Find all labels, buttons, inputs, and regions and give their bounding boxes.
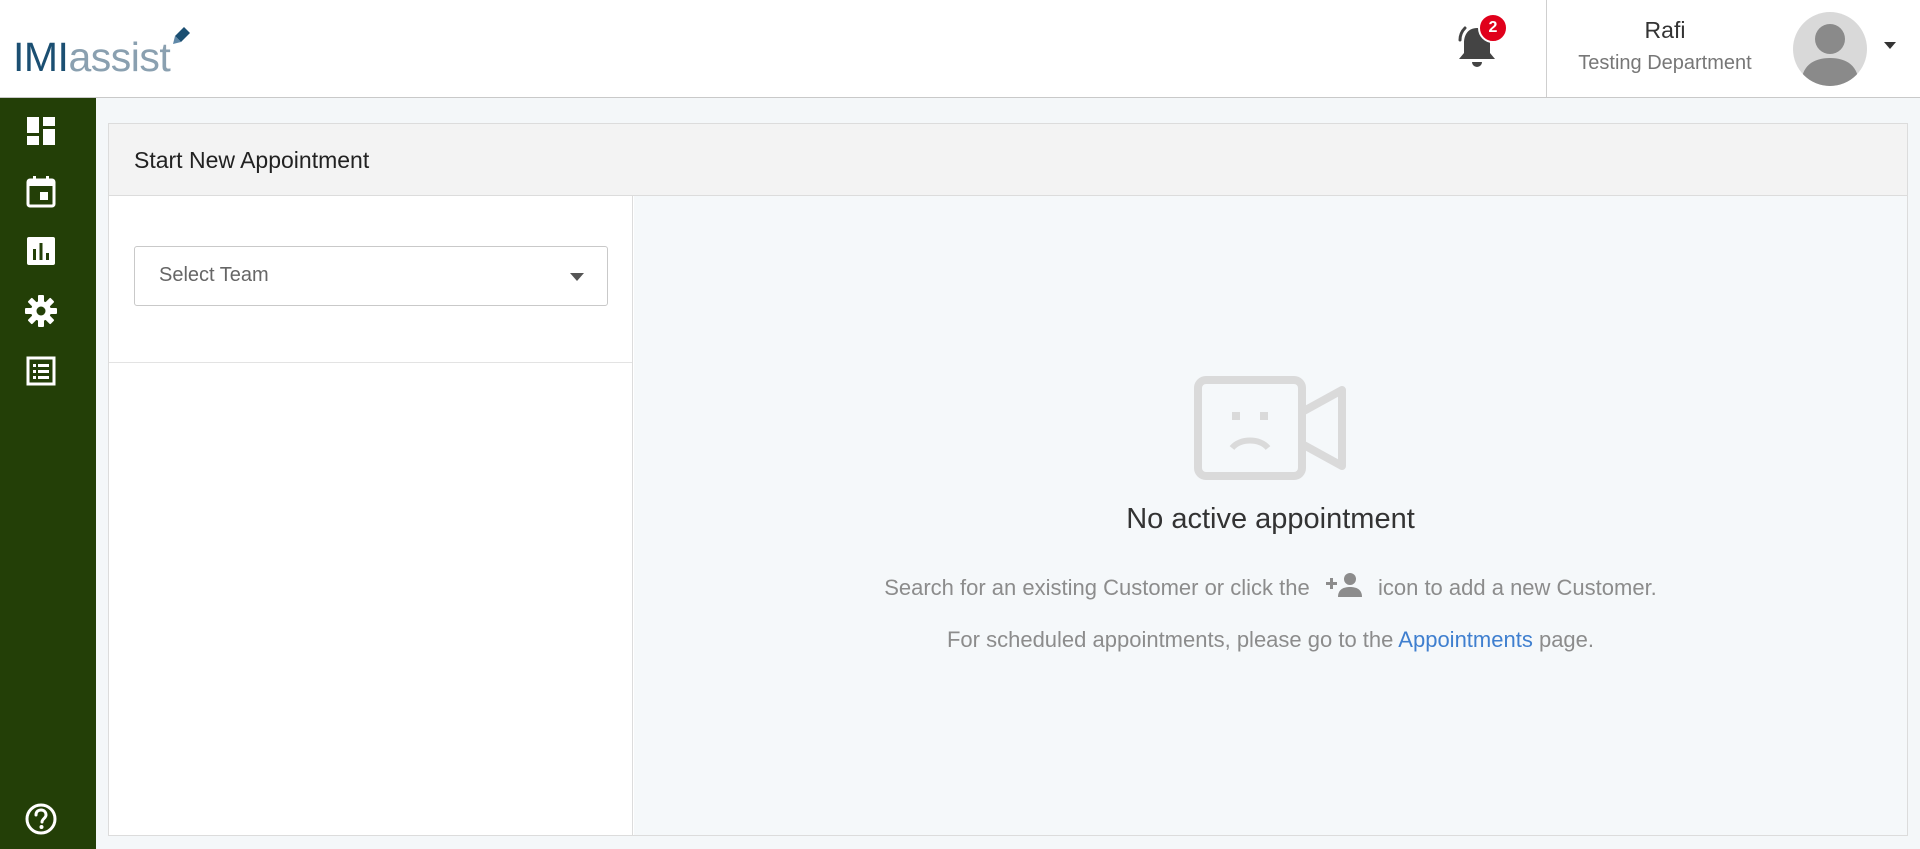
- select-team-placeholder: Select Team: [159, 264, 269, 286]
- card-title: Start New Appointment: [134, 147, 370, 173]
- empty-state-hint-appointments: For scheduled appointments, please go to…: [634, 627, 1907, 653]
- add-person-icon: [1325, 573, 1362, 597]
- avatar-person-icon: [1801, 24, 1859, 86]
- logo-text-assist: assist: [68, 34, 171, 80]
- select-team-dropdown[interactable]: Select Team: [134, 246, 608, 306]
- left-sidebar: [0, 98, 96, 849]
- hint-appointments-text-before: For scheduled appointments, please go to…: [946, 627, 1394, 652]
- start-appointment-card: Start New Appointment Select Team No act…: [108, 123, 1908, 836]
- hint-customer-text-after: icon to add a new Customer.: [1377, 575, 1657, 600]
- gear-icon: [25, 295, 57, 327]
- user-avatar[interactable]: [1793, 12, 1867, 86]
- header-divider: [1546, 0, 1547, 97]
- user-menu-chevron-down-icon[interactable]: [1880, 38, 1900, 52]
- imiassist-logo[interactable]: IMIassist: [13, 27, 190, 80]
- appointments-link[interactable]: Appointments: [1398, 627, 1533, 652]
- sidebar-item-list[interactable]: [24, 354, 58, 388]
- card-header: Start New Appointment: [109, 124, 1907, 196]
- appointment-empty-state: No active appointment Search for an exis…: [634, 196, 1907, 835]
- left-pane: Select Team: [109, 196, 633, 835]
- empty-state-hint-customer: Search for an existing Customer or click…: [634, 571, 1907, 601]
- dashboard-icon: [27, 117, 55, 145]
- top-header: IMIassist 2 Rafi Testing Department: [0, 0, 1920, 98]
- user-name: Rafi: [1644, 17, 1686, 43]
- sidebar-item-settings[interactable]: [24, 294, 58, 328]
- sidebar-item-dashboard[interactable]: [24, 114, 58, 148]
- calendar-icon: [26, 176, 56, 208]
- help-icon: [25, 803, 57, 835]
- logo-text-imi: IMI: [13, 34, 69, 80]
- list-icon: [26, 356, 56, 386]
- hint-appointments-text-after: page.: [1538, 627, 1595, 652]
- empty-state-title: No active appointment: [1126, 503, 1415, 535]
- user-department: Testing Department: [1578, 52, 1752, 74]
- sidebar-item-calendar[interactable]: [24, 174, 58, 208]
- notification-count-badge: 2: [1478, 13, 1508, 43]
- sidebar-item-help[interactable]: [24, 802, 58, 836]
- bar-chart-icon: [27, 237, 55, 265]
- sad-video-camera-icon: [1194, 376, 1346, 480]
- chevron-down-icon: [570, 273, 584, 281]
- pen-icon: [173, 27, 190, 44]
- left-pane-divider: [109, 362, 632, 363]
- sidebar-item-reports[interactable]: [24, 234, 58, 268]
- hint-customer-text-before: Search for an existing Customer or click…: [884, 575, 1310, 600]
